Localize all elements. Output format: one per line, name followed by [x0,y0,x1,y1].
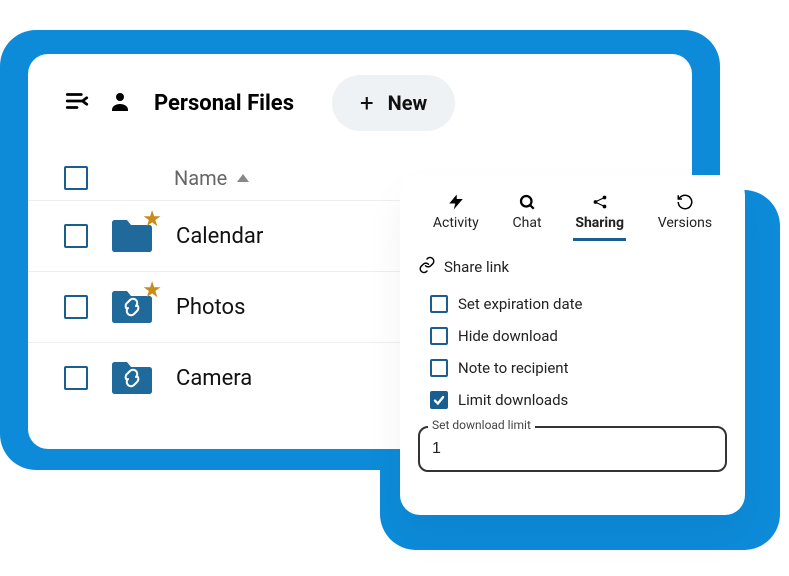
name-column-header[interactable]: Name [174,166,249,190]
star-icon: ★ [142,207,162,232]
option-expiration[interactable]: Set expiration date [416,288,729,320]
new-button[interactable]: + New [332,75,455,131]
details-panel: Activity Chat Sharing Versions Share lin… [400,175,745,515]
option-label: Hide download [458,327,558,345]
tab-sharing[interactable]: Sharing [569,189,630,239]
name-header-label: Name [174,166,227,190]
checkbox-checked[interactable] [430,391,448,409]
row-name: Calendar [176,224,263,249]
page-title: Personal Files [154,91,294,116]
option-label: Set expiration date [458,295,583,313]
checkbox[interactable] [430,295,448,313]
tab-label: Sharing [575,215,624,231]
row-checkbox[interactable] [64,295,88,319]
share-link-label: Share link [444,258,509,276]
share-link-row[interactable]: Share link [416,252,729,288]
option-note[interactable]: Note to recipient [416,352,729,384]
tab-chat[interactable]: Chat [507,189,548,239]
download-limit-field: Set download limit [418,426,727,472]
tab-versions[interactable]: Versions [652,189,718,239]
row-checkbox[interactable] [64,366,88,390]
option-label: Note to recipient [458,359,569,377]
row-name: Photos [176,295,245,320]
download-limit-input[interactable] [418,426,727,472]
share-section: Share link Set expiration date Hide down… [416,252,729,472]
plus-icon: + [360,89,374,117]
option-hide-download[interactable]: Hide download [416,320,729,352]
tabs: Activity Chat Sharing Versions [416,189,729,240]
menu-collapse-icon[interactable] [64,88,90,118]
row-checkbox[interactable] [64,224,88,248]
checkbox[interactable] [430,359,448,377]
folder-icon: ★ [110,288,154,326]
row-name: Camera [176,366,252,391]
tab-label: Chat [513,215,542,231]
folder-icon: ★ [110,217,154,255]
folder-icon [110,359,154,397]
option-label: Limit downloads [458,391,568,409]
new-button-label: New [388,91,428,115]
checkbox[interactable] [430,327,448,345]
toolbar: Personal Files + New [28,78,692,128]
option-limit-downloads[interactable]: Limit downloads [416,384,729,416]
select-all-checkbox[interactable] [64,166,88,190]
tab-label: Versions [658,215,712,231]
user-icon[interactable] [108,89,132,117]
star-icon: ★ [142,278,162,303]
link-icon [418,256,436,278]
tab-activity[interactable]: Activity [427,189,485,239]
tab-label: Activity [433,215,479,231]
field-label: Set download limit [428,418,535,432]
sort-asc-icon [237,174,249,182]
